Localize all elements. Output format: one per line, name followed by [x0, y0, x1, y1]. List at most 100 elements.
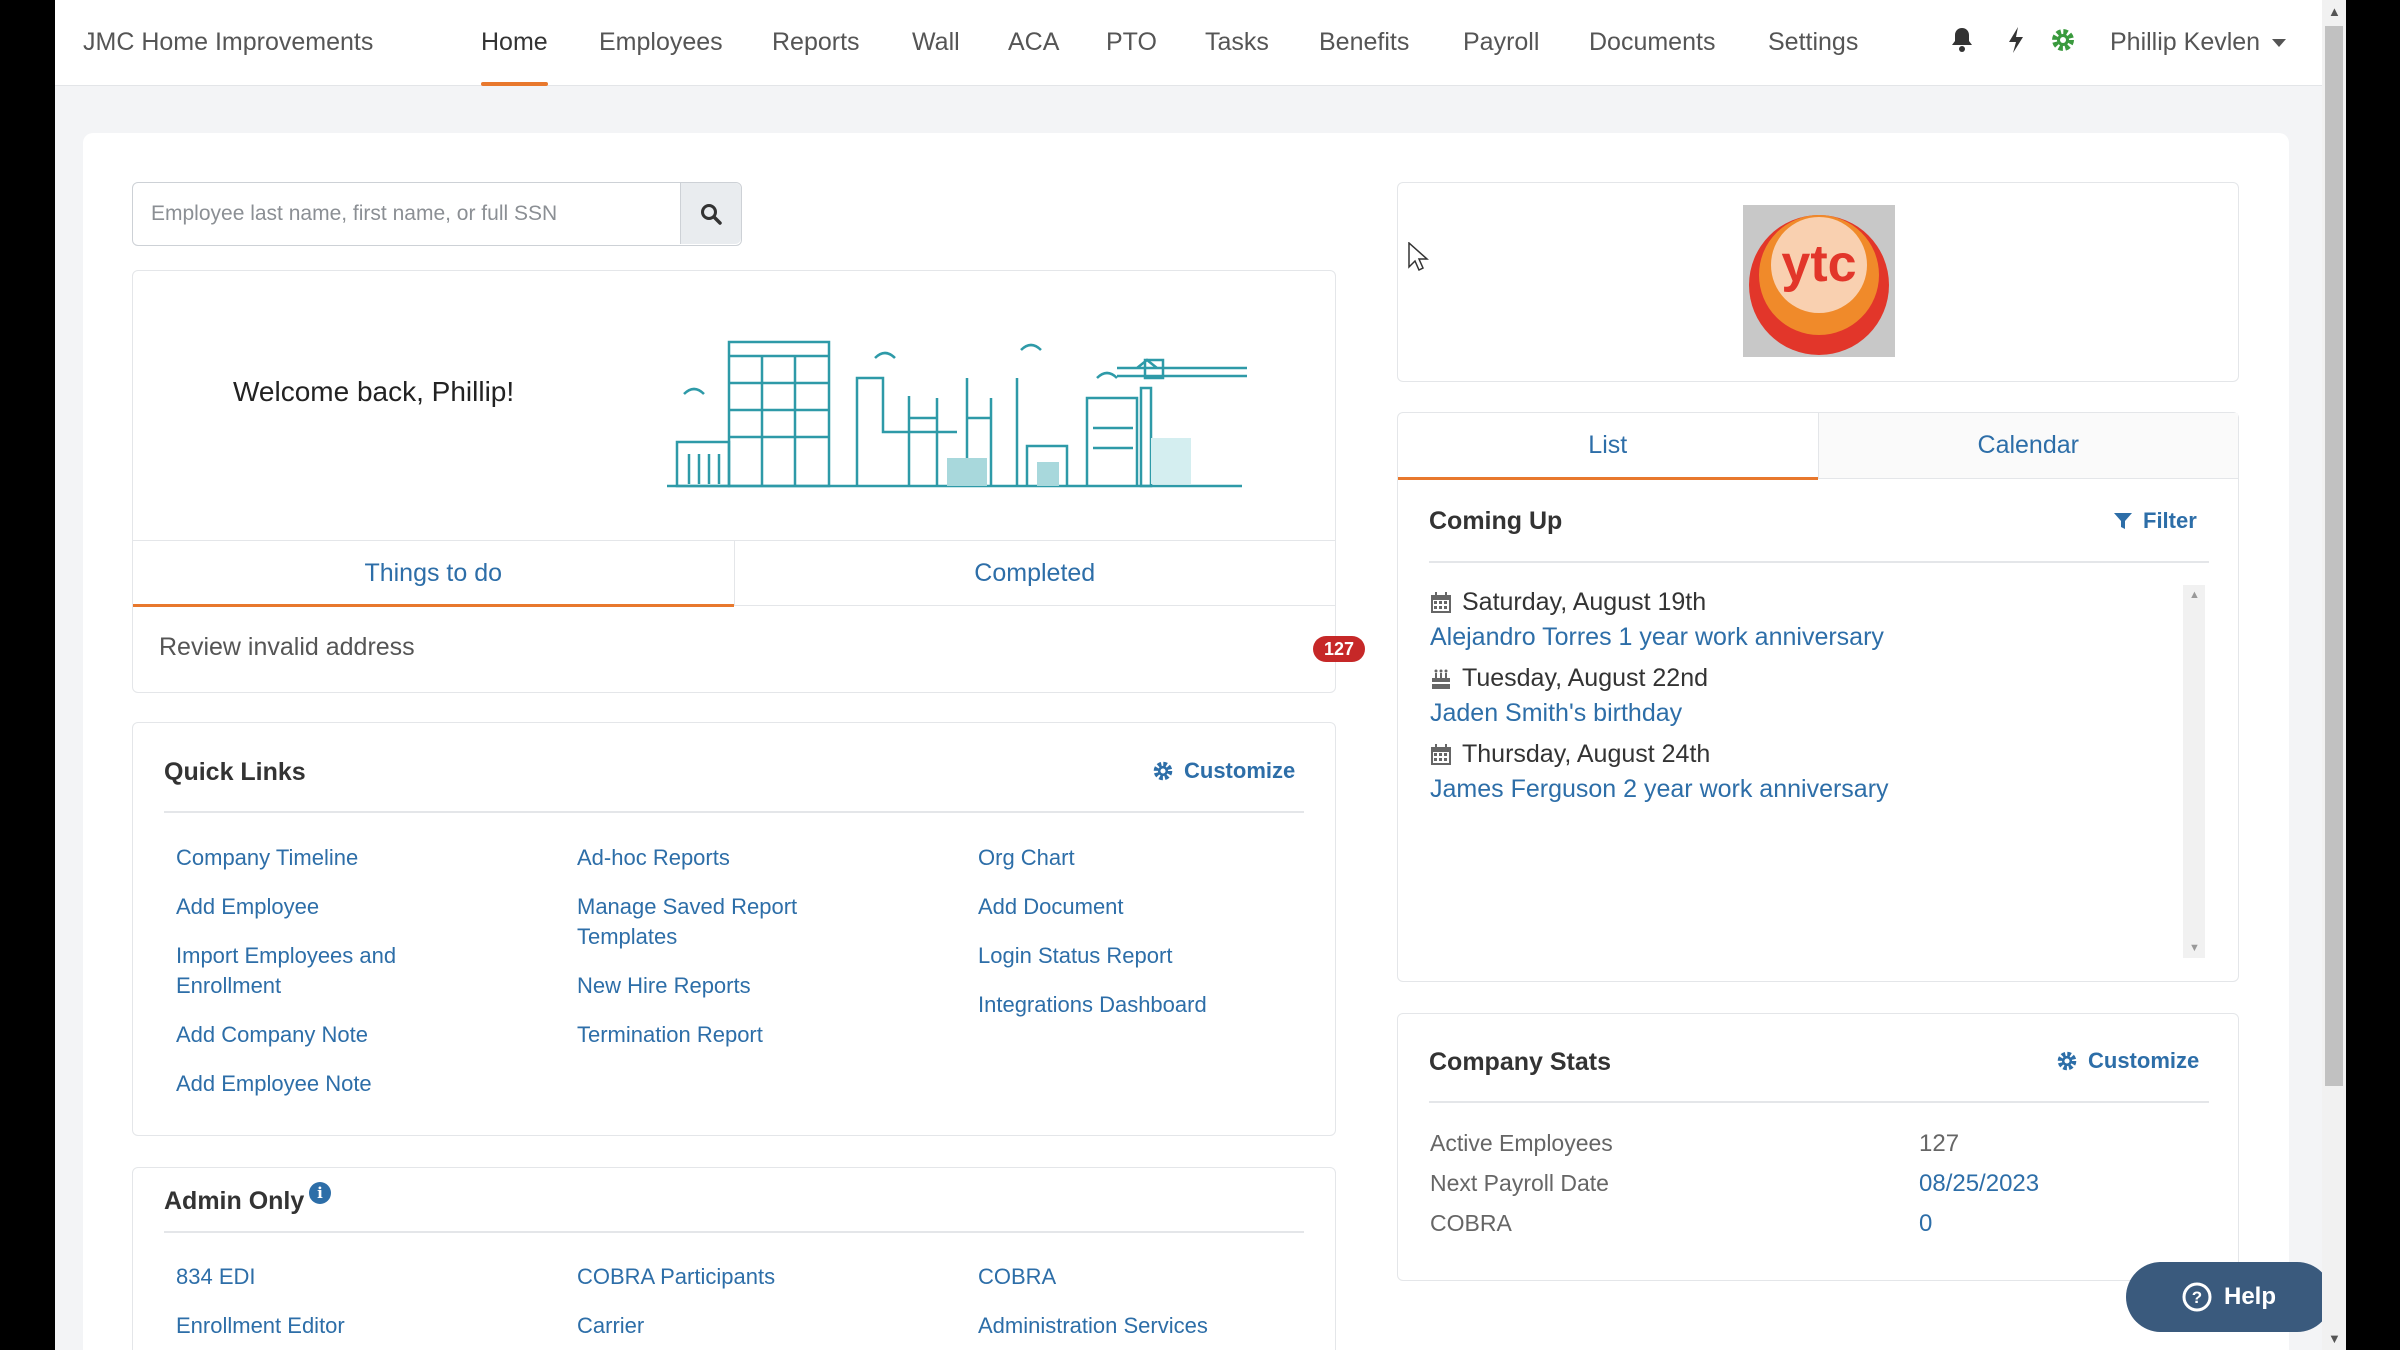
- task-count-badge: 127: [1313, 636, 1365, 662]
- company-logo: ytc: [1743, 205, 1895, 357]
- nav-aca[interactable]: ACA: [1008, 28, 1059, 86]
- link-enrollment-editor[interactable]: Enrollment Editor: [176, 1311, 345, 1341]
- scrollbar-thumb[interactable]: [2325, 26, 2343, 1086]
- search-button[interactable]: [680, 183, 741, 244]
- tab-completed[interactable]: Completed: [734, 540, 1335, 606]
- gear-icon[interactable]: [2050, 26, 2078, 56]
- mouse-cursor-icon: [1408, 242, 1429, 272]
- calendar-icon: [1431, 591, 1451, 613]
- logo-text: ytc: [1781, 235, 1856, 293]
- link-company-timeline[interactable]: Company Timeline: [176, 843, 358, 873]
- link-administration-services[interactable]: Administration Services: [978, 1311, 1208, 1341]
- birthday-cake-icon: [1432, 669, 1450, 689]
- divider: [1429, 561, 2209, 563]
- chevron-down-icon: [2272, 39, 2287, 48]
- link-saved-report-templates[interactable]: Manage Saved Report Templates: [577, 892, 837, 952]
- scroll-down-icon[interactable]: ▼: [2189, 942, 2200, 954]
- link-cobra[interactable]: COBRA: [978, 1262, 1056, 1292]
- svg-text:?: ?: [2192, 1288, 2202, 1307]
- question-icon: ?: [2182, 1282, 2212, 1312]
- nav-reports[interactable]: Reports: [772, 28, 860, 86]
- event-link[interactable]: Jaden Smith's birthday: [1430, 699, 1682, 728]
- gear-icon: [2057, 1051, 2077, 1071]
- nav-documents[interactable]: Documents: [1589, 28, 1715, 86]
- stat-label-next-payroll: Next Payroll Date: [1430, 1170, 1609, 1196]
- events-scrollbar[interactable]: ▲ ▼: [2183, 585, 2205, 958]
- link-carrier[interactable]: Carrier: [577, 1311, 644, 1341]
- link-integrations-dashboard[interactable]: Integrations Dashboard: [978, 990, 1207, 1020]
- bolt-icon[interactable]: [2006, 26, 2034, 56]
- info-icon[interactable]: i: [309, 1182, 331, 1204]
- event-date: Saturday, August 19th: [1430, 588, 1706, 617]
- coming-up-card: [1397, 412, 2239, 982]
- admin-only-title: Admin Only: [164, 1187, 305, 1215]
- nav-home[interactable]: Home: [481, 28, 548, 86]
- app-window: JMC Home Improvements Home Employees Rep…: [55, 0, 2322, 1350]
- nav-wall[interactable]: Wall: [912, 28, 960, 86]
- divider: [164, 1231, 1304, 1233]
- customize-label: Customize: [1184, 758, 1296, 783]
- tab-list[interactable]: List: [1398, 413, 1819, 480]
- calendar-tabs: List Calendar: [1398, 413, 2238, 480]
- calendar-icon: [1431, 743, 1451, 765]
- task-item[interactable]: Review invalid address: [159, 633, 415, 662]
- event-date: Tuesday, August 22nd: [1430, 664, 1708, 693]
- search-icon: [701, 203, 722, 225]
- coming-up-title: Coming Up: [1429, 507, 1563, 535]
- customize-label: Customize: [2088, 1048, 2200, 1073]
- link-add-company-note[interactable]: Add Company Note: [176, 1020, 368, 1050]
- employee-search: [132, 182, 742, 246]
- link-import-employees[interactable]: Import Employees and Enrollment: [176, 941, 456, 1001]
- link-ad-hoc-reports[interactable]: Ad-hoc Reports: [577, 843, 730, 873]
- link-add-employee[interactable]: Add Employee: [176, 892, 319, 922]
- customize-stats-button[interactable]: Customize: [2056, 1048, 2199, 1074]
- top-nav: JMC Home Improvements Home Employees Rep…: [55, 0, 2322, 86]
- event-link[interactable]: James Ferguson 2 year work anniversary: [1430, 775, 1889, 804]
- tab-things-to-do[interactable]: Things to do: [133, 540, 735, 607]
- quick-links-title: Quick Links: [164, 758, 306, 786]
- user-name: Phillip Kevlen: [2110, 28, 2261, 56]
- link-org-chart[interactable]: Org Chart: [978, 843, 1075, 873]
- nav-settings[interactable]: Settings: [1768, 28, 1858, 86]
- link-new-hire-reports[interactable]: New Hire Reports: [577, 971, 751, 1001]
- stat-value-cobra[interactable]: 0: [1919, 1210, 1932, 1238]
- company-name[interactable]: JMC Home Improvements: [83, 28, 373, 57]
- task-tabs: Things to do Completed: [133, 540, 1335, 607]
- event-link[interactable]: Alejandro Torres 1 year work anniversary: [1430, 623, 1884, 652]
- stat-label-active-employees: Active Employees: [1430, 1130, 1613, 1156]
- page-scrollbar[interactable]: ▲ ▼: [2322, 0, 2346, 1350]
- divider: [1429, 1101, 2209, 1103]
- nav-pto[interactable]: PTO: [1106, 28, 1157, 86]
- welcome-message: Welcome back, Phillip!: [233, 376, 515, 407]
- filter-button[interactable]: Filter: [2113, 508, 2197, 534]
- help-label: Help: [2223, 1283, 2276, 1310]
- scroll-up-icon[interactable]: ▲: [2189, 589, 2200, 601]
- nav-benefits[interactable]: Benefits: [1319, 28, 1409, 86]
- event-date: Thursday, August 24th: [1430, 740, 1710, 769]
- link-add-employee-note[interactable]: Add Employee Note: [176, 1069, 372, 1099]
- stat-label-cobra: COBRA: [1430, 1210, 1512, 1236]
- nav-employees[interactable]: Employees: [599, 28, 723, 86]
- nav-tasks[interactable]: Tasks: [1205, 28, 1269, 86]
- bell-icon[interactable]: [1950, 26, 1978, 56]
- filter-icon: [2114, 513, 2132, 529]
- link-login-status-report[interactable]: Login Status Report: [978, 941, 1172, 971]
- stat-value-active-employees: 127: [1919, 1130, 1960, 1157]
- nav-payroll[interactable]: Payroll: [1463, 28, 1539, 86]
- link-termination-report[interactable]: Termination Report: [577, 1020, 763, 1050]
- tab-calendar[interactable]: Calendar: [1818, 413, 2238, 479]
- scroll-down-icon[interactable]: ▼: [2328, 1331, 2341, 1346]
- scroll-up-icon[interactable]: ▲: [2328, 4, 2341, 19]
- gear-icon: [1153, 761, 1173, 781]
- customize-quick-links-button[interactable]: Customize: [1152, 758, 1295, 784]
- filter-label: Filter: [2143, 508, 2197, 533]
- user-menu[interactable]: Phillip Kevlen: [2110, 28, 2287, 57]
- stat-value-next-payroll[interactable]: 08/25/2023: [1919, 1170, 2039, 1198]
- link-834-edi[interactable]: 834 EDI: [176, 1262, 256, 1292]
- link-add-document[interactable]: Add Document: [978, 892, 1124, 922]
- search-input[interactable]: [133, 183, 678, 244]
- help-button[interactable]: ? Help: [2126, 1262, 2332, 1332]
- divider: [164, 811, 1304, 813]
- company-stats-title: Company Stats: [1429, 1048, 1611, 1076]
- link-cobra-participants[interactable]: COBRA Participants: [577, 1262, 775, 1292]
